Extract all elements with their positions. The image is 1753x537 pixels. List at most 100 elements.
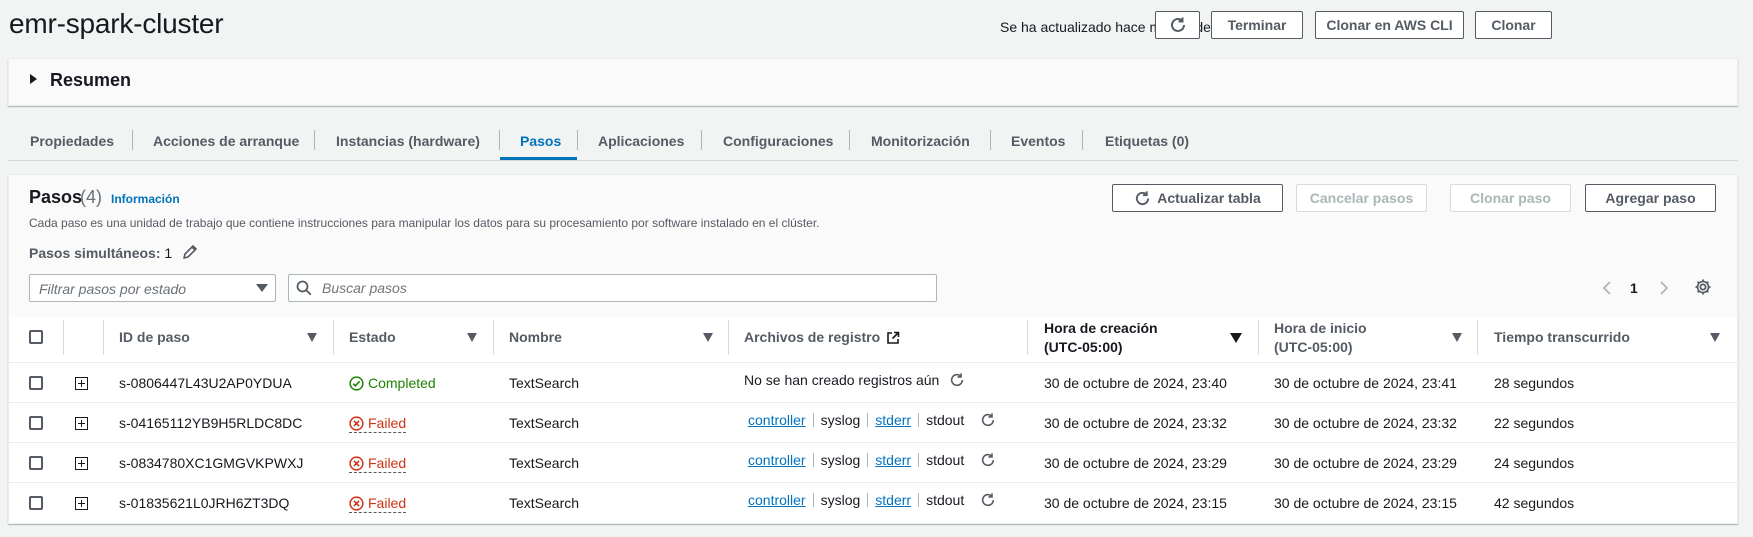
caret-right-icon[interactable] xyxy=(30,74,37,84)
log-separator xyxy=(867,413,869,427)
refresh-icon[interactable] xyxy=(980,452,996,468)
tab-applications[interactable]: Aplicaciones xyxy=(598,133,684,149)
clone-button[interactable]: Clonar xyxy=(1475,11,1552,39)
column-header-state[interactable]: Estado xyxy=(349,328,396,347)
tab-configurations[interactable]: Configuraciones xyxy=(723,133,833,149)
refresh-icon[interactable] xyxy=(980,492,996,508)
step-id: s-0806447L43U2AP0YDUA xyxy=(119,375,292,391)
row-checkbox[interactable] xyxy=(29,416,43,430)
terminate-button[interactable]: Terminar xyxy=(1211,11,1303,39)
add-step-button[interactable]: Agregar paso xyxy=(1585,184,1716,212)
status-badge[interactable]: Failed xyxy=(349,415,407,433)
column-header-started[interactable]: Hora de inicio (UTC-05:00) xyxy=(1274,319,1367,357)
status-text: Failed xyxy=(368,495,407,511)
concurrent-steps: Pasos simultáneos: 1 xyxy=(29,245,172,261)
tab-instances[interactable]: Instancias (hardware) xyxy=(336,133,480,149)
sort-icon[interactable] xyxy=(703,333,713,342)
tab-divider xyxy=(314,130,315,150)
sort-icon[interactable] xyxy=(1452,333,1462,342)
select-all-checkbox[interactable] xyxy=(29,330,43,344)
step-name: TextSearch xyxy=(509,455,580,471)
column-header-created-tz: (UTC-05:00) xyxy=(1044,339,1123,355)
log-separator xyxy=(918,413,920,427)
row-divider xyxy=(9,442,1737,443)
tab-divider xyxy=(132,130,133,150)
gear-icon[interactable] xyxy=(1694,278,1712,296)
refresh-icon[interactable] xyxy=(980,412,996,428)
refresh-table-button[interactable]: Actualizar tabla xyxy=(1112,184,1283,212)
column-divider xyxy=(333,320,334,355)
elapsed-time: 28 segundos xyxy=(1494,375,1575,391)
column-divider xyxy=(493,320,494,355)
expand-row-icon[interactable] xyxy=(75,377,88,390)
tab-steps[interactable]: Pasos xyxy=(520,133,561,149)
refresh-icon xyxy=(1136,190,1150,205)
column-header-created[interactable]: Hora de creación (UTC-05:00) xyxy=(1044,319,1158,357)
log-separator xyxy=(812,493,814,507)
log-separator xyxy=(918,493,920,507)
column-divider xyxy=(728,320,729,355)
steps-count: (4) xyxy=(80,187,102,207)
sort-icon[interactable] xyxy=(307,333,317,342)
clone-cli-button[interactable]: Clonar en AWS CLI xyxy=(1315,11,1464,39)
cancel-steps-button[interactable]: Cancelar pasos xyxy=(1296,184,1427,212)
log-separator xyxy=(918,453,920,467)
chevron-right-icon[interactable] xyxy=(1659,280,1669,296)
status-text: Failed xyxy=(368,455,407,471)
row-checkbox[interactable] xyxy=(29,496,43,510)
sort-icon[interactable] xyxy=(1710,333,1720,342)
column-header-id[interactable]: ID de paso xyxy=(119,328,190,347)
error-circle-icon xyxy=(349,455,364,471)
sort-icon[interactable] xyxy=(467,333,477,342)
row-checkbox[interactable] xyxy=(29,376,43,390)
column-header-logs: Archivos de registro xyxy=(744,328,900,347)
refresh-icon[interactable] xyxy=(949,372,965,388)
sort-descending-icon[interactable] xyxy=(1230,333,1242,343)
refresh-table-label: Actualizar tabla xyxy=(1157,190,1261,206)
status-badge[interactable]: Failed xyxy=(349,495,407,513)
state-filter-select[interactable]: Filtrar pasos por estado xyxy=(29,274,276,302)
info-link[interactable]: Información xyxy=(111,192,180,206)
log-stdout: stdout xyxy=(926,452,965,468)
row-checkbox[interactable] xyxy=(29,456,43,470)
tab-bootstrap-actions[interactable]: Acciones de arranque xyxy=(153,133,299,149)
column-header-elapsed[interactable]: Tiempo transcurrido xyxy=(1494,328,1630,347)
summary-label[interactable]: Resumen xyxy=(50,70,131,91)
expand-row-icon[interactable] xyxy=(75,497,88,510)
creation-time: 30 de octubre de 2024, 23:40 xyxy=(1044,375,1227,391)
creation-time: 30 de octubre de 2024, 23:15 xyxy=(1044,495,1227,511)
search-input[interactable] xyxy=(288,274,937,302)
column-header-name[interactable]: Nombre xyxy=(509,328,562,347)
tab-events[interactable]: Eventos xyxy=(1011,133,1065,149)
tab-tags[interactable]: Etiquetas (0) xyxy=(1105,133,1189,149)
log-controller-link[interactable]: controller xyxy=(748,452,806,468)
chevron-left-icon[interactable] xyxy=(1602,280,1612,296)
refresh-button[interactable] xyxy=(1155,11,1200,39)
row-divider xyxy=(9,402,1737,403)
log-syslog: syslog xyxy=(820,452,861,468)
clone-step-button[interactable]: Clonar paso xyxy=(1450,184,1571,212)
caret-down-icon[interactable] xyxy=(256,284,268,292)
summary-panel[interactable] xyxy=(8,58,1738,106)
table-header-border xyxy=(9,362,1737,363)
status-badge: Completed xyxy=(349,375,436,391)
log-stderr-link[interactable]: stderr xyxy=(875,492,911,508)
pencil-icon[interactable] xyxy=(182,244,198,260)
log-stderr-link[interactable]: stderr xyxy=(875,452,911,468)
no-logs-text: No se han creado registros aún xyxy=(744,372,940,388)
status-badge[interactable]: Failed xyxy=(349,455,407,473)
start-time: 30 de octubre de 2024, 23:29 xyxy=(1274,455,1457,471)
expand-row-icon[interactable] xyxy=(75,457,88,470)
expand-row-icon[interactable] xyxy=(75,417,88,430)
log-controller-link[interactable]: controller xyxy=(748,492,806,508)
page-title: emr-spark-cluster xyxy=(9,8,224,39)
tab-monitoring[interactable]: Monitorización xyxy=(871,133,970,149)
log-stderr-link[interactable]: stderr xyxy=(875,412,911,428)
page-number[interactable]: 1 xyxy=(1630,280,1638,296)
log-files: controller syslog stderr stdout xyxy=(748,412,996,428)
concurrent-steps-value: 1 xyxy=(164,245,173,261)
log-controller-link[interactable]: controller xyxy=(748,412,806,428)
start-time: 30 de octubre de 2024, 23:32 xyxy=(1274,415,1457,431)
step-id: s-01835621L0JRH6ZT3DQ xyxy=(119,495,290,511)
tab-properties[interactable]: Propiedades xyxy=(30,133,114,149)
